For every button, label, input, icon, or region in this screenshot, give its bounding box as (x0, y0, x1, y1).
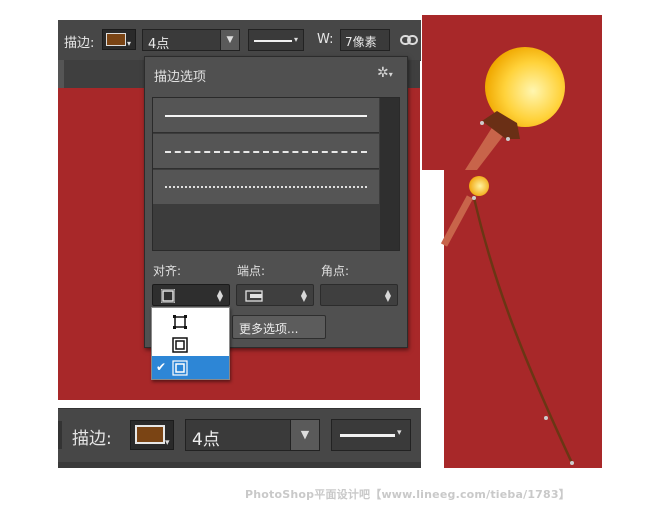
more-options-button[interactable]: 更多选项... (232, 315, 326, 339)
line-style-list (152, 97, 400, 251)
dashed-line-preview (165, 151, 367, 153)
align-select[interactable]: ▲ ▼ (152, 284, 230, 306)
stroke-width-value: 4点 (192, 430, 220, 450)
width-label: W: (317, 32, 334, 47)
line-style-dashed[interactable] (153, 134, 379, 169)
chevron-down-icon: ▾ (127, 39, 132, 48)
chevron-down-icon[interactable]: ▼ (290, 420, 319, 450)
align-dropdown-menu: ✔ (151, 307, 230, 380)
chevron-down-icon: ▾ (397, 428, 402, 438)
line-style-scrollbar[interactable] (380, 98, 399, 250)
stroke-width-value: 4点 (148, 37, 170, 52)
small-bulb-shape (469, 176, 489, 196)
solid-line-preview (165, 115, 367, 117)
caps-select[interactable]: ▲ ▼ (236, 284, 314, 306)
lamp-artwork (440, 47, 574, 465)
stroke-width-field[interactable]: 4点 ▼ (185, 419, 320, 451)
stroke-type-dropdown[interactable]: ▾ (248, 29, 304, 51)
solid-line-preview (340, 434, 395, 437)
line-style-dotted[interactable] (153, 170, 379, 204)
lamp-arm-shape (440, 195, 474, 247)
align-outside-icon (172, 360, 188, 376)
bar-bottom-edge (58, 462, 421, 468)
stroke-color-swatch[interactable]: ▾ (102, 29, 136, 50)
stroke-label: 描边: (72, 429, 112, 449)
bottom-options-bar: 描边: ▾ 4点 ▼ ▾ (58, 408, 421, 463)
check-icon: ✔ (156, 360, 167, 374)
stroke-color-chip (135, 425, 165, 444)
anchor-point[interactable] (506, 137, 510, 141)
spinner-arrows-icon: ▲ ▼ (300, 288, 308, 303)
chevron-down-icon[interactable]: ▼ (220, 30, 239, 50)
align-option-center[interactable] (152, 333, 229, 355)
stroke-color-swatch[interactable]: ▾ (130, 420, 174, 450)
more-options-label: 更多选项... (239, 322, 299, 336)
solid-line-preview (254, 40, 292, 42)
stroke-label: 描边: (64, 36, 95, 51)
stroke-width-field[interactable]: 4点 ▼ (142, 29, 240, 52)
cap-butt-icon (245, 290, 263, 302)
top-options-bar: 描边: ▾ 4点 ▼ ▾ W: 7像素 (58, 20, 421, 61)
stroke-color-chip (106, 33, 126, 46)
gear-icon[interactable]: ✲▾ (377, 65, 393, 81)
lamp-curve-path (472, 197, 574, 464)
watermark-text: PhotoShop平面设计吧【www.lineeg.com/tieba/1783… (245, 488, 570, 501)
tab-edge (58, 60, 64, 88)
line-style-solid[interactable] (153, 98, 379, 133)
width-value: 7像素 (345, 35, 377, 49)
align-inside-icon (173, 315, 187, 329)
stroke-options-panel: 描边选项 ✲▾ 对齐: 端点: 角点: ▲ ▼ ▲ ▼ ▲ ▼ 更多选项... (144, 56, 408, 348)
anchor-point[interactable] (544, 416, 548, 420)
chevron-down-icon: ▾ (294, 35, 299, 44)
bar-edge (58, 421, 62, 449)
align-option-outside[interactable]: ✔ (152, 356, 229, 379)
chevron-down-icon: ▾ (165, 438, 170, 448)
align-label: 对齐: (153, 264, 182, 278)
corners-select[interactable]: ▲ ▼ (320, 284, 398, 306)
spinner-arrows-icon: ▲ ▼ (384, 288, 392, 303)
stroke-type-dropdown[interactable]: ▾ (331, 419, 411, 451)
align-outside-icon (161, 289, 175, 303)
panel-title: 描边选项 (154, 70, 207, 85)
corners-label: 角点: (321, 264, 350, 278)
anchor-point[interactable] (480, 121, 484, 125)
caps-label: 端点: (237, 264, 266, 278)
anchor-point[interactable] (472, 196, 476, 200)
dotted-line-preview (165, 186, 367, 188)
align-center-icon (172, 337, 188, 353)
link-icon[interactable] (400, 33, 418, 47)
spinner-arrows-icon: ▲ ▼ (216, 288, 224, 303)
anchor-point[interactable] (570, 461, 574, 465)
width-input[interactable]: 7像素 (340, 29, 390, 51)
align-option-inside[interactable] (152, 310, 229, 332)
